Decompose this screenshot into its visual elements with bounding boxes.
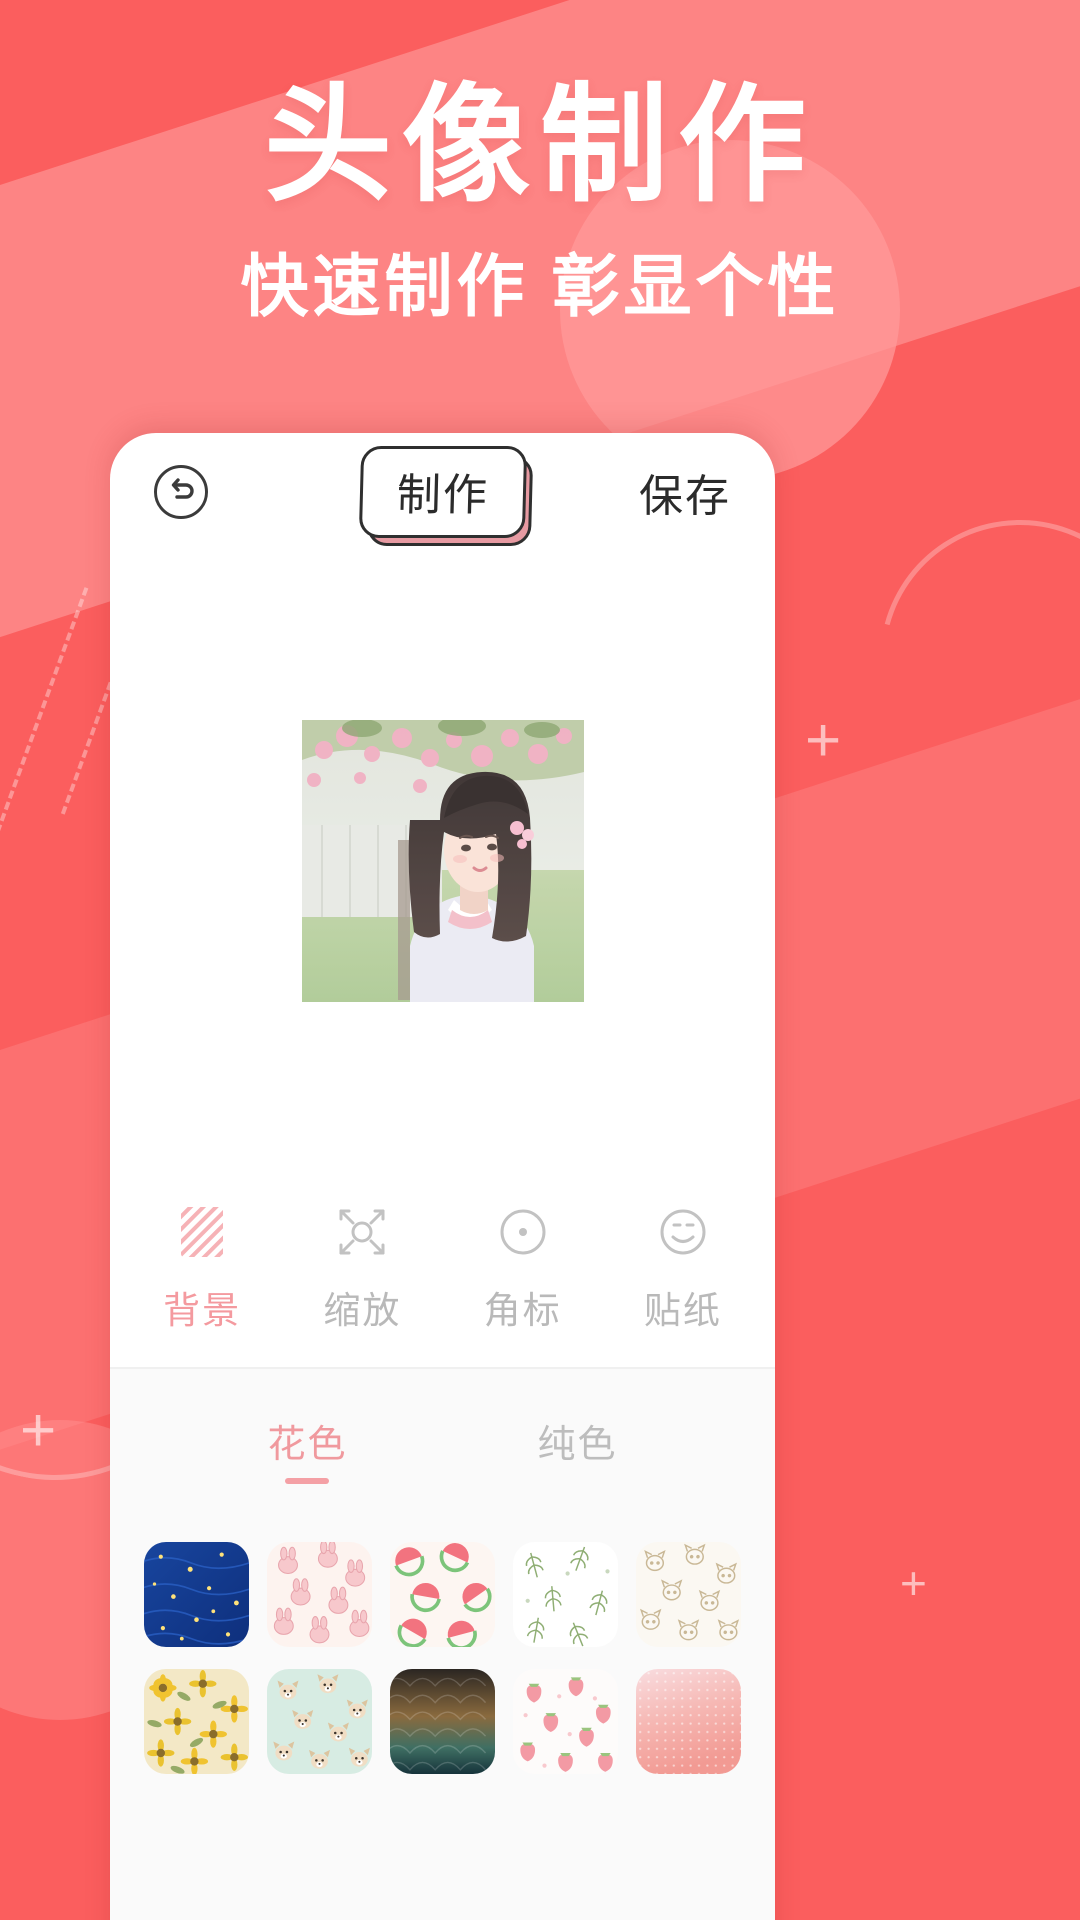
thumb-green-leaves-sprigs[interactable] bbox=[513, 1542, 618, 1647]
tool-row: 背景 缩放 角标 贴纸 bbox=[110, 1171, 775, 1367]
page-title: 头像制作 bbox=[263, 74, 816, 217]
bg-plus-bottom-left: + bbox=[20, 1396, 57, 1465]
tool-corner-mark[interactable]: 角标 bbox=[443, 1204, 603, 1334]
app-header: 制作 保存 bbox=[110, 433, 775, 551]
tool-label: 缩放 bbox=[323, 1290, 402, 1331]
thumb-beige-cat-doodles[interactable] bbox=[636, 1542, 741, 1647]
thumb-mint-shiba-dogs[interactable] bbox=[267, 1669, 372, 1774]
thumb-dark-scallop-gradient[interactable] bbox=[390, 1669, 495, 1774]
hero-section: 头像制作 快速制作 彰显个性 bbox=[0, 0, 1080, 330]
tool-label: 背景 bbox=[163, 1290, 242, 1331]
make-button-wrapper: 制作 bbox=[358, 446, 533, 546]
smiley-sticker-icon bbox=[655, 1204, 711, 1260]
phone-mockup: 制作 保存 背景 缩放 角标 贴纸 花色 纯色 bbox=[110, 433, 775, 1920]
hatch-pattern-icon bbox=[174, 1204, 230, 1260]
undo-icon[interactable] bbox=[154, 465, 208, 519]
thumb-yellow-sunflower-pattern[interactable] bbox=[144, 1669, 249, 1774]
thumb-white-strawberry-dots[interactable] bbox=[513, 1669, 618, 1774]
avatar-preview-image[interactable] bbox=[301, 720, 584, 1002]
tool-background[interactable]: 背景 bbox=[122, 1204, 282, 1334]
make-button[interactable]: 制作 bbox=[358, 446, 527, 538]
tab-solid[interactable]: 纯色 bbox=[538, 1413, 618, 1484]
bg-plus-right: + bbox=[805, 706, 842, 775]
background-thumbnail-grid bbox=[110, 1492, 775, 1774]
tool-sticker[interactable]: 贴纸 bbox=[603, 1204, 763, 1334]
thumb-pink-bunny-pattern[interactable] bbox=[267, 1542, 372, 1647]
thumb-starry-night-blue[interactable] bbox=[144, 1542, 249, 1647]
bg-plus-bottom-right: + bbox=[900, 1557, 927, 1609]
tab-pattern[interactable]: 花色 bbox=[267, 1413, 347, 1484]
preview-canvas bbox=[110, 551, 775, 1171]
tool-scale[interactable]: 缩放 bbox=[282, 1204, 442, 1334]
tool-label: 贴纸 bbox=[643, 1290, 722, 1331]
page-subtitle: 快速制作 彰显个性 bbox=[240, 249, 840, 326]
save-button[interactable]: 保存 bbox=[639, 460, 731, 524]
tool-label: 角标 bbox=[483, 1290, 562, 1331]
expand-arrows-icon bbox=[334, 1204, 390, 1260]
panel-tabs: 花色 纯色 bbox=[110, 1413, 775, 1492]
background-panel: 花色 纯色 bbox=[110, 1369, 775, 1920]
thumb-peach-gradient-dots[interactable] bbox=[636, 1669, 741, 1774]
thumb-watermelon-slices[interactable] bbox=[390, 1542, 495, 1647]
corner-dot-icon bbox=[495, 1204, 551, 1260]
